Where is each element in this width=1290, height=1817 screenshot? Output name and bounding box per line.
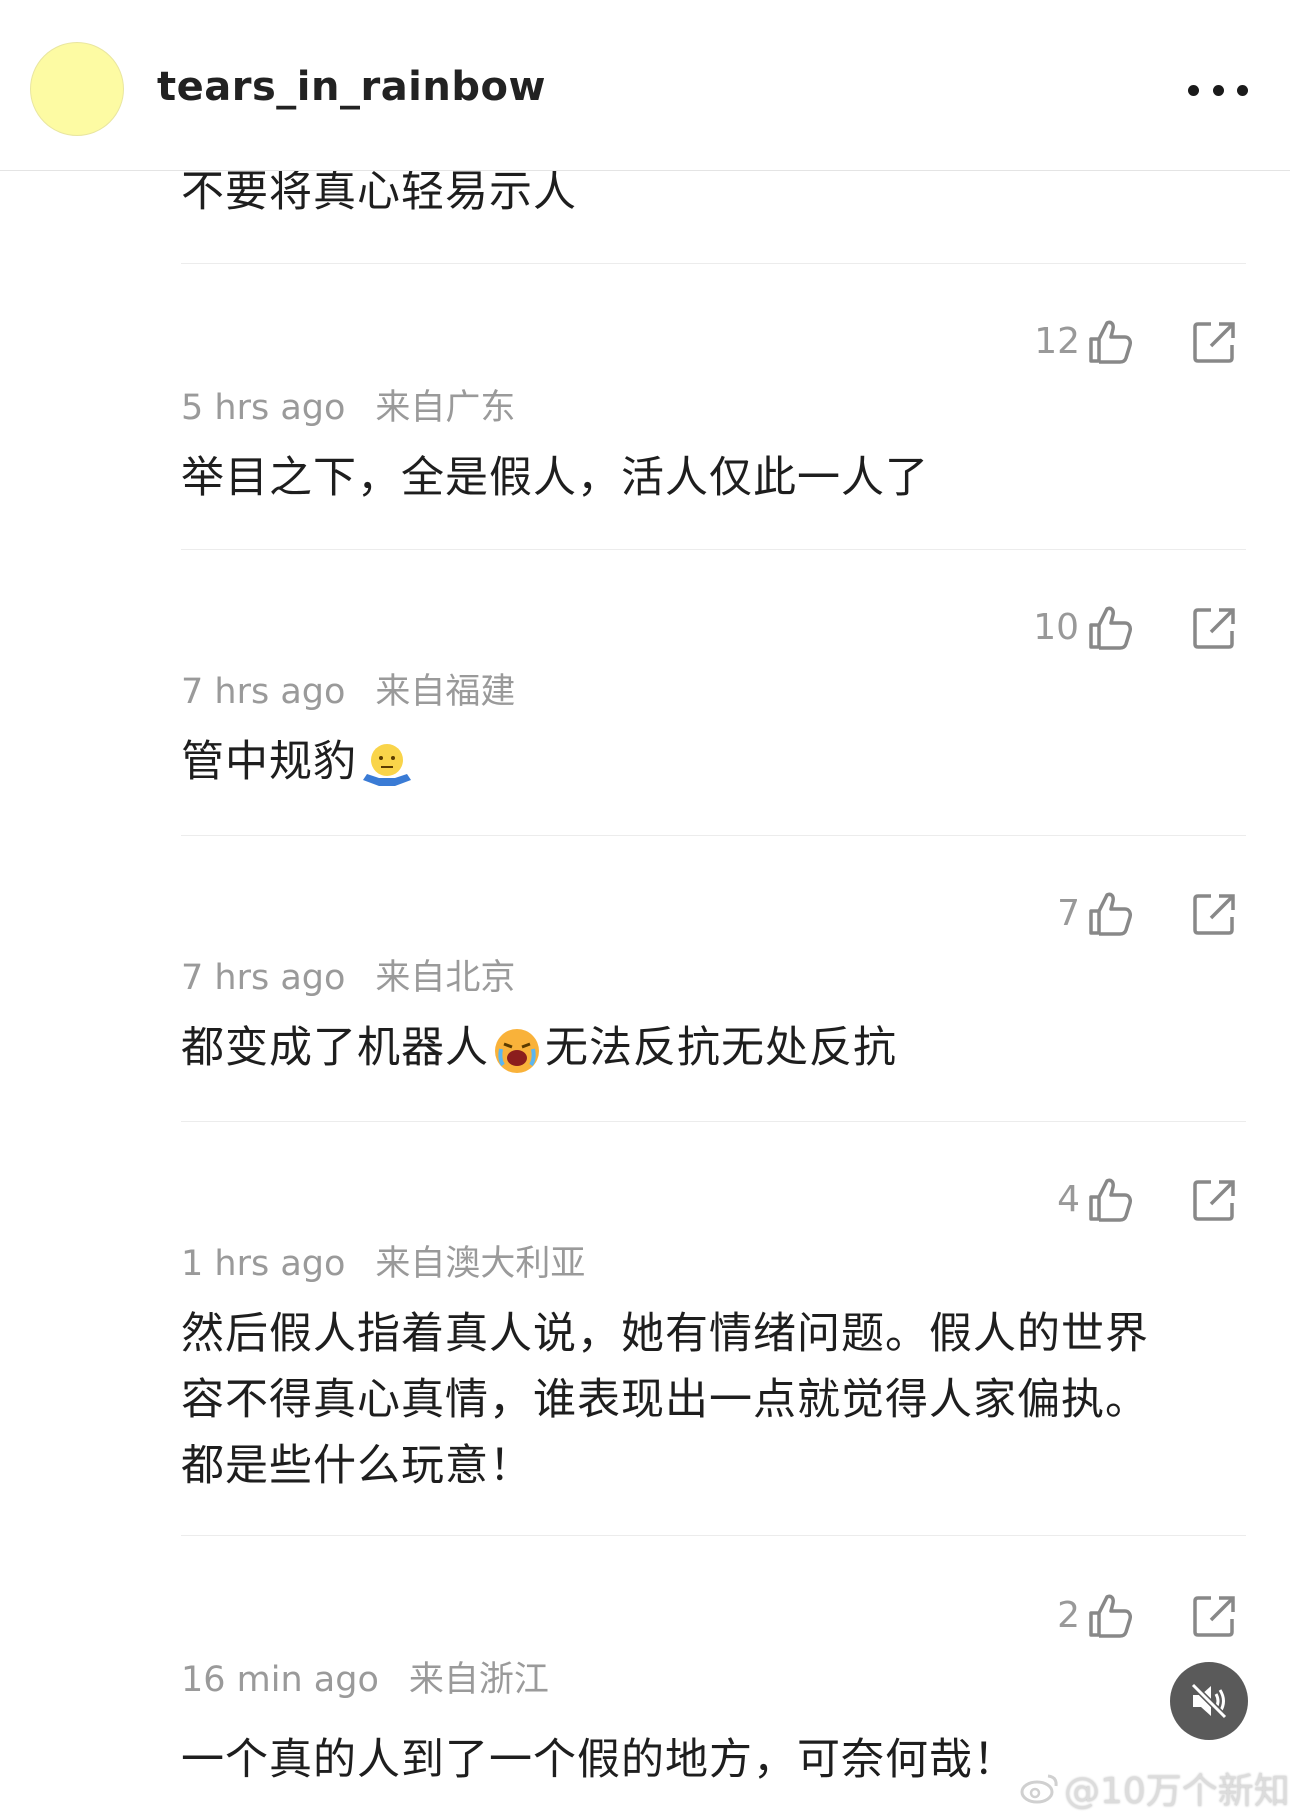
comment-text-body: 无法反抗无处反抗 <box>545 1023 897 1073</box>
more-options-button[interactable] <box>1188 70 1248 110</box>
weibo-logo-icon <box>1020 1774 1058 1804</box>
dot-icon <box>1212 84 1224 96</box>
divider <box>181 1535 1246 1536</box>
share-icon[interactable] <box>1191 319 1237 365</box>
divider <box>181 835 1246 836</box>
post-header: tears_in_rainbow <box>0 0 1290 171</box>
watermark-text: @10万个新知 <box>1064 1771 1290 1812</box>
comment-time: 7 hrs ago <box>181 672 346 712</box>
like-count: 2 <box>1057 1595 1080 1636</box>
comment-text: 管中规豹 <box>181 729 1241 795</box>
avatar[interactable] <box>30 42 124 136</box>
comment-time: 5 hrs ago <box>181 388 346 428</box>
comment-location: 来自北京 <box>375 958 516 998</box>
divider <box>181 549 1246 550</box>
like-count: 12 <box>1034 321 1080 362</box>
crying-emoji-icon <box>495 1028 539 1073</box>
dot-icon <box>1237 84 1248 96</box>
comment-meta: 16 min ago 来自浙江 <box>181 1651 549 1702</box>
share-icon[interactable] <box>1191 605 1237 651</box>
share-icon[interactable] <box>1191 1177 1237 1223</box>
like-count: 10 <box>1033 607 1079 648</box>
comment-meta: 7 hrs ago 来自福建 <box>181 663 515 714</box>
comment-location: 来自澳大利亚 <box>375 1244 586 1284</box>
thumbs-up-icon[interactable] <box>1087 889 1133 937</box>
share-icon[interactable] <box>1191 1593 1237 1639</box>
comment-location: 来自广东 <box>375 388 516 428</box>
dot-icon <box>1188 84 1199 96</box>
comment-time: 1 hrs ago <box>181 1244 346 1284</box>
comment-meta: 5 hrs ago 来自广东 <box>181 379 515 430</box>
comment-meta: 7 hrs ago 来自北京 <box>181 949 515 1000</box>
comment-text-body: 都变成了机器人 <box>181 1023 489 1073</box>
mute-button[interactable] <box>1170 1662 1248 1740</box>
comment-meta: 1 hrs ago 来自澳大利亚 <box>181 1235 585 1286</box>
thumbs-up-icon[interactable] <box>1087 1591 1133 1639</box>
thumbs-up-icon[interactable] <box>1087 1175 1133 1223</box>
comment-time: 7 hrs ago <box>181 958 346 998</box>
comment-text: 然后假人指着真人说，她有情绪问题。假人的世界 <box>181 1309 1149 1359</box>
comment-time: 16 min ago <box>181 1660 379 1700</box>
thumbs-up-icon[interactable] <box>1087 317 1133 365</box>
speaker-muted-icon <box>1190 1682 1228 1720</box>
comment-text: 容不得真心真情，谁表现出一点就觉得人家偏执。 <box>181 1375 1149 1425</box>
comment-feed[interactable]: 不要将真心轻易示人 12 5 hrs ago 来自广东 举目之下，全是假人，活人仅… <box>0 171 1290 1817</box>
watermark: @10万个新知 <box>1020 1762 1290 1814</box>
shrug-emoji-icon <box>363 743 411 786</box>
comment-text-body: 管中规豹 <box>181 737 357 787</box>
comment-text: 都是些什么玩意！ <box>181 1441 533 1491</box>
like-count: 4 <box>1057 1179 1080 1220</box>
share-icon[interactable] <box>1191 891 1237 937</box>
comment-text: 举目之下，全是假人，活人仅此一人了 <box>181 453 929 503</box>
comment-location: 来自福建 <box>375 672 516 712</box>
comment-location: 来自浙江 <box>408 1660 549 1700</box>
comment-text: 不要将真心轻易示人 <box>181 171 577 217</box>
username[interactable]: tears_in_rainbow <box>157 64 546 110</box>
thumbs-up-icon[interactable] <box>1087 603 1133 651</box>
divider <box>181 1121 1246 1122</box>
like-count: 7 <box>1057 893 1080 934</box>
divider <box>181 263 1246 264</box>
comment-text: 都变成了机器人 无法反抗无处反抗 <box>181 1015 1241 1081</box>
